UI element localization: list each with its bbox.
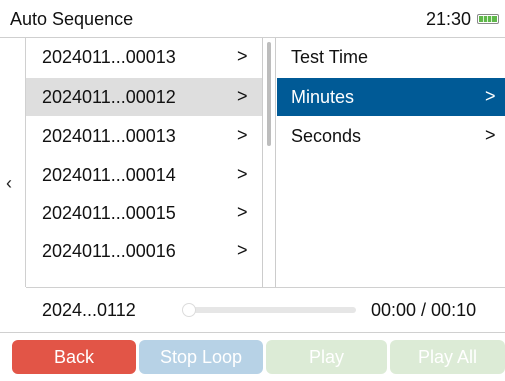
file-name: 2024011...00013	[42, 126, 176, 146]
file-list-scrollbar[interactable]	[262, 38, 276, 287]
button-bar: Back Stop Loop Play Play All	[0, 332, 505, 381]
play-all-button[interactable]: Play All	[390, 340, 505, 374]
options-menu: Test Time Minutes > Seconds >	[277, 38, 505, 287]
player-file-name: 2024...0112	[42, 300, 136, 320]
player-time: 00:00 / 00:10	[371, 300, 477, 320]
menu-item-seconds[interactable]: Seconds >	[277, 117, 505, 155]
progress-knob[interactable]	[182, 303, 196, 317]
file-name: 2024011...00014	[42, 165, 176, 185]
title-bar: Auto Sequence 21:30	[0, 0, 505, 38]
menu-header-label: Test Time	[291, 47, 369, 67]
chevron-right-icon: >	[485, 86, 496, 106]
list-item[interactable]: 2024011...00013 >	[26, 117, 262, 155]
menu-item-minutes[interactable]: Minutes >	[277, 78, 505, 116]
file-name: 2024011...00016	[42, 241, 176, 261]
back-button[interactable]: Back	[12, 340, 136, 374]
list-item[interactable]: 2024011...00014 >	[26, 156, 262, 194]
file-name: 2024011...00013	[42, 47, 176, 67]
chevron-right-icon: >	[237, 46, 248, 66]
file-list: 2024011...00013 > 2024011...00012 > 2024…	[26, 38, 262, 287]
play-button[interactable]: Play	[266, 340, 387, 374]
chevron-right-icon: >	[485, 125, 496, 145]
clock: 21:30	[426, 9, 472, 29]
menu-item-label: Seconds	[291, 126, 362, 146]
chevron-left-icon[interactable]: ‹	[6, 173, 12, 194]
battery-icon	[477, 14, 499, 24]
progress-slider[interactable]	[182, 303, 356, 317]
list-item[interactable]: 2024011...00013 >	[26, 38, 262, 76]
menu-item-label: Minutes	[291, 87, 355, 107]
menu-header-test-time: Test Time	[277, 38, 505, 76]
page-title: Auto Sequence	[10, 9, 134, 29]
file-name: 2024011...00015	[42, 203, 176, 223]
list-item-selected[interactable]: 2024011...00012 >	[26, 78, 262, 116]
chevron-right-icon: >	[237, 164, 248, 184]
chevron-right-icon: >	[237, 125, 248, 145]
back-nav-strip[interactable]: ‹	[0, 38, 26, 287]
chevron-right-icon: >	[237, 86, 248, 106]
file-name: 2024011...00012	[42, 87, 176, 107]
list-item[interactable]: 2024011...00016 >	[26, 232, 262, 270]
scrollbar-thumb[interactable]	[267, 42, 271, 146]
list-item[interactable]: 2024011...00015 >	[26, 194, 262, 232]
chevron-right-icon: >	[237, 240, 248, 260]
chevron-right-icon: >	[237, 202, 248, 222]
stop-loop-button[interactable]: Stop Loop	[139, 340, 263, 374]
player-bar: 2024...0112 00:00 / 00:10	[26, 287, 505, 332]
